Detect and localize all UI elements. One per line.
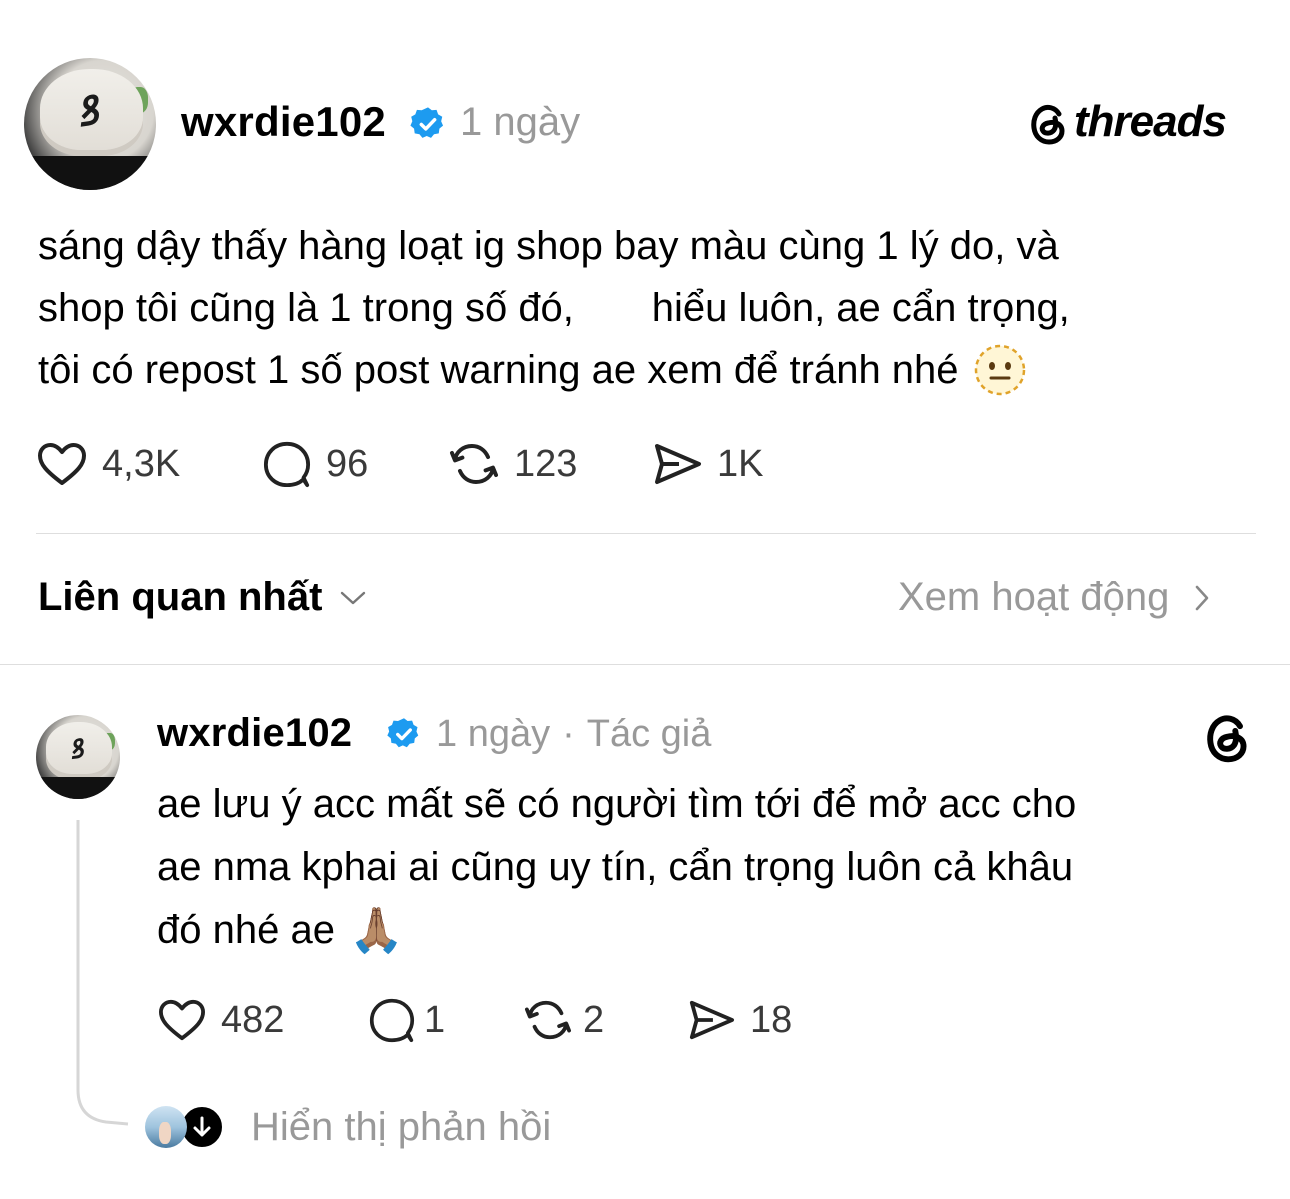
show-replies-button[interactable]: Hiển thị phản hồi bbox=[145, 1104, 551, 1150]
post-line-1: sáng dậy thấy hàng loạt ig shop bay màu … bbox=[38, 224, 1059, 268]
like-button[interactable]: 4,3K bbox=[36, 440, 180, 488]
reply-meta-separator: · bbox=[562, 713, 575, 755]
threads-brand[interactable]: threads bbox=[1028, 97, 1227, 150]
reply-author-avatar[interactable]: ꝸ bbox=[36, 715, 120, 799]
arrow-down-icon bbox=[193, 1116, 211, 1137]
heart-icon bbox=[159, 999, 205, 1041]
post-line-3: tôi có repost 1 số post warning ae xem đ… bbox=[38, 339, 1268, 401]
neutral-face-dotted-emoji bbox=[974, 344, 1025, 396]
chevron-down-icon bbox=[341, 591, 366, 604]
reply-share-button[interactable]: 18 bbox=[686, 997, 792, 1043]
reply-repost-count: 2 bbox=[583, 998, 605, 1041]
comment-count: 96 bbox=[326, 442, 369, 485]
reply-line-2: ae nma kphai ai cũng uy tín, cẩn trọng l… bbox=[157, 845, 1074, 889]
thread-connector-line bbox=[76, 820, 129, 1126]
sort-dropdown[interactable]: Liên quan nhất bbox=[38, 575, 368, 620]
heart-icon bbox=[38, 443, 86, 485]
post-timestamp: 1 ngày bbox=[460, 100, 581, 144]
view-activity-label: Xem hoạt động bbox=[898, 575, 1170, 619]
repost-count: 123 bbox=[514, 442, 578, 485]
comment-bubble-icon bbox=[263, 441, 311, 488]
post-line-2: shop tôi cũng là 1 trong số đó, hiểu luô… bbox=[38, 286, 1070, 330]
send-icon bbox=[655, 444, 701, 484]
post-body: sáng dậy thấy hàng loạt ig shop bay màu … bbox=[38, 215, 1268, 401]
reply-comment-count: 1 bbox=[424, 998, 446, 1041]
reply-body: ae lưu ý acc mất sẽ có người tìm tới để … bbox=[157, 773, 1257, 962]
author-tag: Tác giả bbox=[586, 713, 712, 755]
section-divider bbox=[0, 664, 1290, 665]
avatar-shirt bbox=[24, 155, 156, 190]
reply-meta: 1 ngày · Tác giả bbox=[436, 713, 711, 756]
reply-comment-button[interactable]: 1 bbox=[368, 997, 445, 1043]
verified-badge-icon bbox=[387, 718, 419, 748]
comment-bubble-icon bbox=[369, 998, 415, 1043]
chevron-right-icon bbox=[1196, 585, 1209, 610]
threads-wordmark: threads bbox=[1074, 97, 1227, 146]
send-icon bbox=[689, 1000, 734, 1040]
reply-share-count: 18 bbox=[750, 998, 793, 1041]
post-author-name[interactable]: wxrdie102 bbox=[181, 98, 386, 146]
reply-like-count: 482 bbox=[221, 998, 285, 1041]
folded-hands-emoji: 🙏🏽 bbox=[348, 905, 404, 956]
share-count: 1K bbox=[717, 442, 764, 485]
reply-avatar-shirt bbox=[36, 777, 120, 799]
reply-line-3: đó nhé ae 🙏🏽 bbox=[157, 899, 1257, 962]
comment-button[interactable]: 96 bbox=[262, 440, 368, 488]
like-count: 4,3K bbox=[102, 442, 181, 485]
reply-author-name[interactable]: wxrdie102 bbox=[157, 711, 352, 756]
reply-line-3-text: đó nhé ae bbox=[157, 908, 335, 952]
sort-label: Liên quan nhất bbox=[38, 575, 323, 619]
share-button[interactable]: 1K bbox=[651, 440, 763, 488]
replier-avatar bbox=[145, 1106, 187, 1148]
repost-icon bbox=[525, 1000, 571, 1040]
repost-button[interactable]: 123 bbox=[448, 440, 577, 488]
verified-badge-icon bbox=[410, 107, 444, 138]
show-replies-label: Hiển thị phản hồi bbox=[251, 1104, 552, 1149]
post-divider bbox=[36, 533, 1256, 534]
reply-line-1: ae lưu ý acc mất sẽ có người tìm tới để … bbox=[157, 782, 1077, 826]
reply-timestamp: 1 ngày bbox=[436, 713, 551, 755]
view-activity-link[interactable]: Xem hoạt động bbox=[898, 575, 1213, 620]
reply-repost-button[interactable]: 2 bbox=[523, 997, 604, 1043]
reply-like-button[interactable]: 482 bbox=[157, 997, 284, 1043]
threads-logo-icon[interactable] bbox=[1202, 712, 1252, 764]
author-avatar[interactable]: ꝸ bbox=[24, 58, 156, 190]
post-line-3-text: tôi có repost 1 số post warning ae xem đ… bbox=[38, 348, 959, 392]
repost-icon bbox=[450, 444, 498, 484]
threads-logo-icon bbox=[1031, 104, 1065, 145]
